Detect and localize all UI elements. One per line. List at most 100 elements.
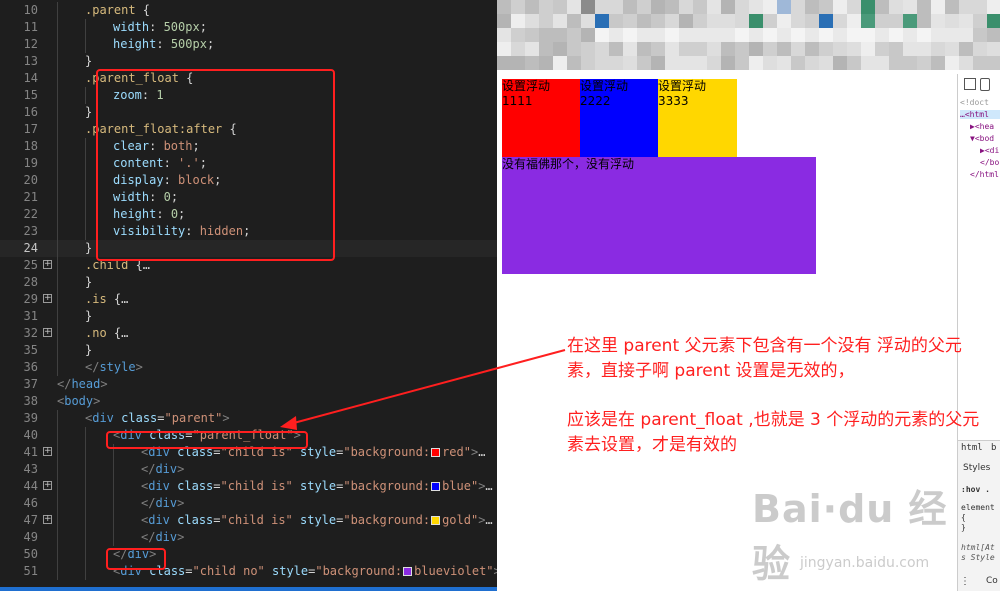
- indent-guide: [85, 512, 86, 529]
- mosaic-cell: [679, 14, 693, 28]
- inspect-icon[interactable]: [964, 78, 976, 90]
- line-number: 17: [23, 122, 38, 136]
- mosaic-cell: [539, 0, 553, 14]
- mosaic-cell: [581, 28, 595, 42]
- code-line[interactable]: 31}: [0, 308, 497, 325]
- brace-close: }: [961, 523, 966, 532]
- indent-guide: [113, 478, 114, 495]
- color-swatch-icon[interactable]: [431, 448, 441, 457]
- console-tab[interactable]: Co: [986, 576, 998, 586]
- mosaic-cell: [763, 56, 777, 70]
- color-swatch-icon[interactable]: [431, 516, 441, 525]
- kebab-menu-icon[interactable]: ⋮: [960, 576, 970, 587]
- fold-expand-icon[interactable]: +: [43, 515, 52, 524]
- code-line[interactable]: 46 </div>: [0, 495, 497, 512]
- code-line[interactable]: 50 </div>: [0, 546, 497, 563]
- mosaic-cell: [567, 14, 581, 28]
- line-number: 35: [23, 343, 38, 357]
- mosaic-cell: [917, 14, 931, 28]
- code-line[interactable]: 47 + <div class="child is" style="backgrou…: [0, 512, 497, 529]
- indent-guide: [57, 563, 58, 580]
- mosaic-cell: [707, 42, 721, 56]
- tab-styles[interactable]: Styles: [963, 463, 990, 473]
- mosaic-cell: [931, 0, 945, 14]
- code-line[interactable]: 39 <div class="parent">: [0, 410, 497, 427]
- line-number: 44: [23, 479, 38, 493]
- code-line[interactable]: 12 height: 500px;: [0, 36, 497, 53]
- code-line[interactable]: 11 width: 500px;: [0, 19, 497, 36]
- dt-line[interactable]: </html: [970, 170, 999, 179]
- annotation-para-1: 在这里 parent 父元素下包含有一个没有 浮动的父元素，直接子啊 paren…: [567, 336, 962, 381]
- dt-line[interactable]: </bo: [980, 158, 999, 167]
- device-toggle-icon[interactable]: [980, 78, 990, 91]
- code-line[interactable]: 38 <body>: [0, 393, 497, 410]
- dt-line[interactable]: ▶<hea: [970, 122, 994, 131]
- mosaic-cell: [707, 14, 721, 28]
- color-swatch-icon[interactable]: [431, 482, 441, 491]
- mosaic-cell: [805, 56, 819, 70]
- dt-line[interactable]: ▼<bod: [970, 134, 994, 143]
- dt-line[interactable]: ▶<di: [980, 146, 999, 155]
- mosaic-cell: [945, 56, 959, 70]
- code-token: "child no": [192, 564, 265, 578]
- fold-expand-icon[interactable]: +: [43, 481, 52, 490]
- dt-line[interactable]: <!doct: [960, 98, 989, 107]
- hov-filter[interactable]: :hov .: [961, 485, 990, 494]
- code-line[interactable]: 36 </style>: [0, 359, 497, 376]
- mosaic-cell: [903, 28, 917, 42]
- code-line[interactable]: 37 </head>: [0, 376, 497, 393]
- indent-guide: [57, 223, 58, 240]
- mosaic-cell: [847, 56, 861, 70]
- code-line[interactable]: 43 </div>: [0, 461, 497, 478]
- code-line[interactable]: 28}: [0, 274, 497, 291]
- indent-guide: [113, 461, 114, 478]
- code-line[interactable]: 44 + <div class="child is" style="backgrou…: [0, 478, 497, 495]
- code-token: div: [148, 513, 170, 527]
- mosaic-cell: [875, 42, 889, 56]
- mosaic-cell: [525, 56, 539, 70]
- indent-guide: [57, 138, 58, 155]
- code-text: </head>: [57, 376, 108, 393]
- line-number: 10: [23, 3, 38, 17]
- code-line[interactable]: 10 .parent {: [0, 2, 497, 19]
- code-line[interactable]: 32 + .no {…: [0, 325, 497, 342]
- dt-line-selected[interactable]: …<html: [960, 110, 1000, 119]
- fold-expand-icon[interactable]: +: [43, 260, 52, 269]
- indent-guide: [85, 461, 86, 478]
- mosaic-cell: [973, 14, 987, 28]
- line-number: 37: [23, 377, 38, 391]
- code-line[interactable]: 35}: [0, 342, 497, 359]
- line-number: 22: [23, 207, 38, 221]
- code-token: >: [177, 462, 185, 476]
- mosaic-cell: [637, 56, 651, 70]
- code-line[interactable]: 29 + .is {…: [0, 291, 497, 308]
- mosaic-cell: [749, 56, 763, 70]
- float-box-label: 设置浮动: [658, 79, 707, 93]
- mosaic-cell: [735, 56, 749, 70]
- code-editor[interactable]: 10 .parent {11 width: 500px; 12 height: 500p…: [0, 0, 497, 591]
- mosaic-cell: [903, 0, 917, 14]
- indent-guide: [57, 2, 58, 19]
- fold-expand-icon[interactable]: +: [43, 294, 52, 303]
- mosaic-cell: [819, 0, 833, 14]
- code-token: blue": [442, 479, 479, 493]
- fold-expand-icon[interactable]: +: [43, 328, 52, 337]
- code-token: {: [135, 3, 151, 17]
- mosaic-cell: [623, 28, 637, 42]
- mosaic-cell: [609, 56, 623, 70]
- code-text: </div>: [141, 461, 184, 478]
- tab-b[interactable]: b: [991, 443, 996, 453]
- code-line[interactable]: 13}: [0, 53, 497, 70]
- code-line[interactable]: 51 <div class="child no" style="backgroun…: [0, 563, 497, 580]
- color-swatch-icon[interactable]: [403, 567, 413, 576]
- mosaic-cell: [903, 42, 917, 56]
- mosaic-cell: [665, 28, 679, 42]
- mosaic-cell: [973, 56, 987, 70]
- code-token: =: [185, 564, 193, 578]
- mosaic-cell: [609, 28, 623, 42]
- code-line[interactable]: 49 </div>: [0, 529, 497, 546]
- code-token: }: [85, 309, 93, 323]
- float-box-red: 设置浮动 1111: [502, 79, 580, 157]
- fold-expand-icon[interactable]: +: [43, 447, 52, 456]
- code-token: =: [213, 479, 221, 493]
